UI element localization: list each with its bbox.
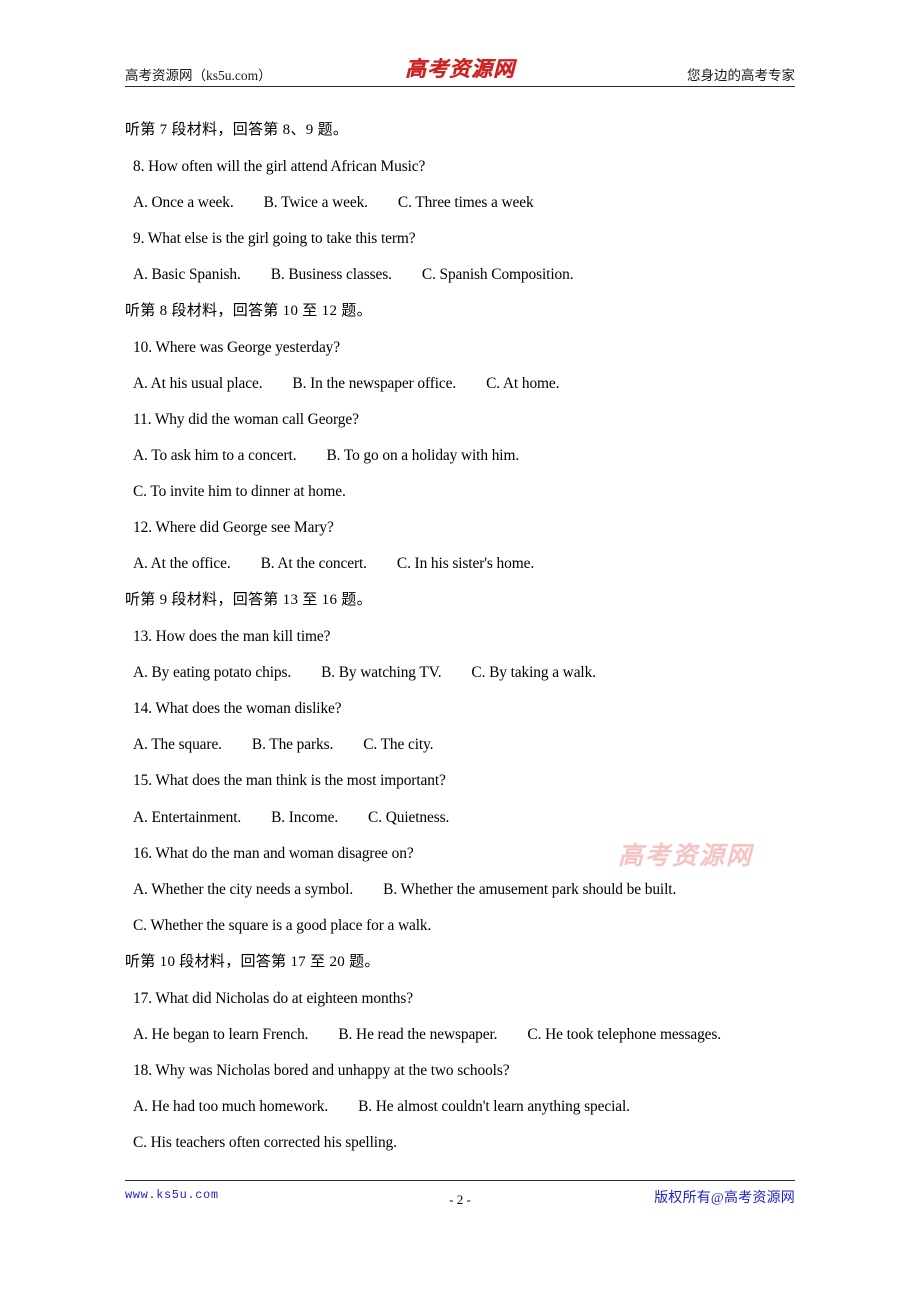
question-line: 9. What else is the girl going to take t… (133, 230, 416, 247)
section-heading: 听第 9 段材料，回答第 13 至 16 题。 (125, 592, 372, 608)
question-line: 16. What do the man and woman disagree o… (133, 845, 414, 862)
question-line: 14. What does the woman dislike? (133, 700, 342, 717)
question-line: A. Entertainment. B. Income. C. Quietnes… (133, 809, 450, 826)
footer-copyright: 版权所有@高考资源网 (654, 1191, 795, 1206)
page-footer: www.ks5u.com - 2 - 版权所有@高考资源网 (125, 1186, 795, 1210)
header-row: 高考资源网（ks5u.com） 高考资源网 您身边的高考专家 (125, 56, 795, 84)
question-line: 17. What did Nicholas do at eighteen mon… (133, 990, 413, 1007)
question-line: 8. How often will the girl attend Africa… (133, 158, 426, 175)
section-heading: 听第 10 段材料，回答第 17 至 20 题。 (125, 954, 380, 970)
question-line: A. By eating potato chips. B. By watchin… (133, 664, 596, 681)
header-slogan: 您身边的高考专家 (687, 68, 795, 83)
question-line: 13. How does the man kill time? (133, 628, 331, 645)
section-heading: 听第 7 段材料，回答第 8、9 题。 (125, 122, 349, 138)
header-divider (125, 86, 795, 87)
question-line: C. Whether the square is a good place fo… (133, 917, 432, 934)
question-line: 11. Why did the woman call George? (133, 411, 359, 428)
question-line: A. Basic Spanish. B. Business classes. C… (133, 266, 574, 283)
question-line: A. The square. B. The parks. C. The city… (133, 736, 434, 753)
question-line: 15. What does the man think is the most … (133, 772, 446, 789)
page-number: - 2 - (449, 1192, 471, 1207)
footer-website-link[interactable]: www.ks5u.com (125, 1188, 219, 1202)
section-heading: 听第 8 段材料，回答第 10 至 12 题。 (125, 303, 372, 319)
question-line: A. At the office. B. At the concert. C. … (133, 555, 535, 572)
exam-page: 高考资源网（ks5u.com） 高考资源网 您身边的高考专家 听第 7 段材料，… (0, 0, 920, 1302)
question-line: A. Whether the city needs a symbol. B. W… (133, 881, 677, 898)
footer-divider (125, 1180, 795, 1181)
question-line: A. To ask him to a concert. B. To go on … (133, 447, 520, 464)
question-line: 12. Where did George see Mary? (133, 519, 334, 536)
question-line: 10. Where was George yesterday? (133, 339, 341, 356)
question-line: C. His teachers often corrected his spel… (133, 1134, 397, 1151)
page-watermark: 高考资源网 (618, 841, 754, 870)
question-line: A. He had too much homework. B. He almos… (133, 1098, 630, 1115)
question-line: C. To invite him to dinner at home. (133, 483, 346, 500)
header-logo: 高考资源网 (405, 56, 515, 81)
question-line: A. Once a week. B. Twice a week. C. Thre… (133, 194, 534, 211)
question-line: A. At his usual place. B. In the newspap… (133, 375, 560, 392)
question-line: A. He began to learn French. B. He read … (133, 1026, 722, 1043)
header-site-name: 高考资源网（ks5u.com） (125, 68, 272, 83)
question-line: 18. Why was Nicholas bored and unhappy a… (133, 1062, 510, 1079)
page-header: 高考资源网（ks5u.com） 高考资源网 您身边的高考专家 (125, 56, 795, 88)
